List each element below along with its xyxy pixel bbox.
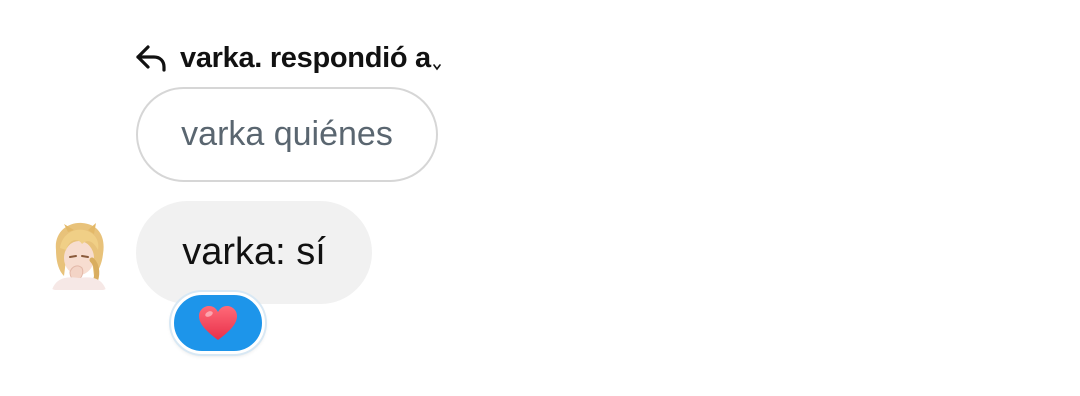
avatar[interactable] <box>48 220 110 290</box>
dm-conversation: varka. respondió a varka quiénes varka: … <box>0 0 1080 396</box>
reply-context-header: varka. respondió a <box>134 38 441 78</box>
message-bubble[interactable]: varka: sí <box>136 201 372 304</box>
quoted-message-text: varka quiénes <box>181 115 393 153</box>
heart-icon <box>199 306 237 340</box>
quoted-message-bubble[interactable]: varka quiénes <box>136 87 438 182</box>
reaction-badge[interactable] <box>171 292 265 354</box>
reply-arrow-icon <box>134 44 168 72</box>
message-text: varka: sí <box>182 231 326 273</box>
chevron-down-icon[interactable] <box>433 58 441 76</box>
reply-header-text: varka. respondió a <box>180 41 431 74</box>
